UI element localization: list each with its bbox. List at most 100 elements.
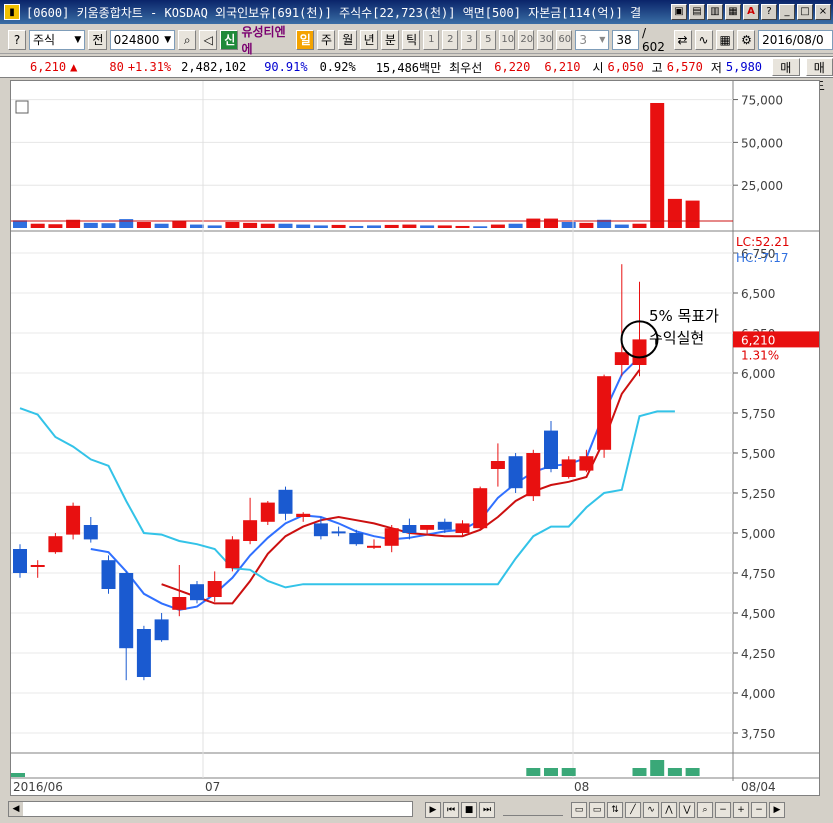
volume-tick-label: 25,000 bbox=[741, 179, 783, 193]
price-tick-label: 4,750 bbox=[741, 567, 775, 581]
title-bar: ▮ [0600] 키움종합차트 - KOSDAQ 외국인보유[691(천)] 주… bbox=[0, 0, 833, 24]
interval-5[interactable]: 5 bbox=[480, 29, 497, 50]
alert-icon[interactable]: A bbox=[743, 4, 759, 20]
minus2-icon[interactable]: − bbox=[751, 801, 767, 818]
stock-code-input[interactable]: 024800 ▼ bbox=[109, 29, 176, 50]
toolbar: ? 주식 ▼ 전 024800 ▼ ⌕ ◁ 신 유성티엔에 일 주 월 년 분 틱 … bbox=[0, 25, 833, 56]
gear-icon[interactable]: ⚙ bbox=[737, 29, 756, 50]
candle-body bbox=[526, 453, 541, 497]
chart-area[interactable]: 75,00050,00025,0006,7506,5006,2506,0005,… bbox=[10, 80, 820, 796]
navigation-controls: ▶ ⏮ ■ ⏭ ▭ ▭ ⇅ ╱ ∿ ⋀ ⋁ ⌕ − + − ▶ bbox=[425, 796, 785, 823]
interval-3[interactable]: 3 bbox=[461, 29, 478, 50]
buy-button[interactable]: 매수 bbox=[772, 58, 800, 93]
scroll-right-icon[interactable]: ▶ bbox=[769, 801, 785, 818]
candle-body bbox=[331, 531, 346, 534]
strength-bar bbox=[544, 768, 558, 776]
first-icon[interactable]: ⏮ bbox=[443, 801, 459, 818]
interval-30[interactable]: 30 bbox=[537, 29, 554, 50]
status-bar: ◀ ▶ ⏮ ■ ⏭ ▭ ▭ ⇅ ╱ ∿ ⋀ ⋁ ⌕ − + − ▶ bbox=[0, 796, 833, 823]
price-change-pct: +1.31% bbox=[127, 60, 172, 74]
search-icon[interactable]: ⌕ bbox=[178, 29, 197, 50]
split-icon[interactable]: ▥ bbox=[707, 4, 723, 20]
interval-1[interactable]: 1 bbox=[423, 29, 440, 50]
volume-bar bbox=[685, 200, 700, 228]
zoom-slider[interactable] bbox=[503, 804, 563, 816]
window-icon[interactable]: ▭ bbox=[571, 801, 587, 818]
help-icon[interactable]: ? bbox=[761, 4, 777, 20]
period-month-button[interactable]: 월 bbox=[338, 29, 357, 50]
date-value: 2016/08/0 bbox=[762, 32, 824, 47]
minimize-icon[interactable]: _ bbox=[779, 4, 795, 20]
windows-icon[interactable]: ▭ bbox=[589, 801, 605, 818]
candle-body bbox=[119, 573, 134, 649]
turnover: 0.92% bbox=[319, 60, 356, 74]
best-ask: 6,210 bbox=[544, 60, 581, 74]
candle-body bbox=[632, 339, 647, 365]
interval-20[interactable]: 20 bbox=[518, 29, 535, 50]
chart-type-icon[interactable]: ∿ bbox=[694, 29, 713, 50]
wave-icon[interactable]: ∿ bbox=[643, 801, 659, 818]
volume-bar bbox=[243, 222, 258, 228]
grid-icon[interactable]: ▦ bbox=[715, 29, 735, 50]
price-tick-label: 5,500 bbox=[741, 447, 775, 461]
count-input[interactable]: 38 bbox=[612, 29, 639, 50]
period-minute-button[interactable]: 분 bbox=[380, 29, 400, 50]
interval-10[interactable]: 10 bbox=[499, 29, 516, 50]
play-icon[interactable]: ▶ bbox=[425, 801, 441, 818]
draw-icon[interactable]: ╱ bbox=[625, 801, 641, 818]
last-icon[interactable]: ⏭ bbox=[479, 801, 495, 818]
interval-input[interactable]: 3 ▼ bbox=[575, 29, 610, 50]
volume-ratio: 90.91% bbox=[264, 60, 308, 74]
volume-bar bbox=[367, 225, 381, 228]
arrows-icon[interactable]: ⇄ bbox=[673, 29, 692, 50]
date-input[interactable]: 2016/08/0 bbox=[758, 29, 833, 50]
price-tick-label: 3,750 bbox=[741, 727, 775, 741]
candle-body bbox=[207, 581, 222, 597]
sell-button[interactable]: 매도 bbox=[805, 58, 833, 93]
period-tick-button[interactable]: 틱 bbox=[402, 29, 421, 50]
volume-bar bbox=[632, 223, 647, 228]
horizontal-scrollbar[interactable]: ◀ bbox=[8, 801, 413, 817]
layout-icon[interactable]: ▤ bbox=[689, 4, 705, 20]
up-arrow-icon: ▲ bbox=[70, 60, 78, 74]
strength-bar bbox=[11, 773, 25, 777]
price-chart[interactable]: 75,00050,00025,0006,7506,5006,2506,0005,… bbox=[11, 81, 819, 795]
pattern2-icon[interactable]: ⋁ bbox=[679, 801, 695, 818]
count-value: 38 bbox=[616, 32, 632, 47]
app-icon: ▮ bbox=[4, 4, 20, 20]
stop-icon[interactable]: ■ bbox=[461, 801, 477, 818]
volume-bar bbox=[579, 222, 594, 228]
chevron-down-icon: ▼ bbox=[599, 34, 606, 44]
speaker-icon[interactable]: ◁ bbox=[199, 29, 218, 50]
candle-body bbox=[296, 513, 311, 517]
candle-body bbox=[154, 619, 169, 641]
minus-icon[interactable]: − bbox=[715, 801, 731, 818]
period-day-button[interactable]: 일 bbox=[295, 29, 315, 50]
interval-60[interactable]: 60 bbox=[556, 29, 573, 50]
period-year-button[interactable]: 년 bbox=[359, 29, 378, 50]
sort-icon[interactable]: ⇅ bbox=[607, 801, 623, 818]
interval-value: 3 bbox=[579, 32, 587, 47]
scroll-left-icon[interactable]: ◀ bbox=[9, 802, 23, 816]
market-select-value: 주식 bbox=[33, 32, 56, 47]
zoom-icon[interactable]: ⌕ bbox=[697, 801, 713, 818]
prev-button[interactable]: 전 bbox=[88, 29, 107, 50]
close-icon[interactable]: × bbox=[815, 4, 831, 20]
settings-icon[interactable]: ? bbox=[8, 29, 26, 50]
link-icon[interactable]: ▣ bbox=[671, 4, 687, 20]
print-icon[interactable]: ▦ bbox=[725, 4, 741, 20]
period-week-button[interactable]: 주 bbox=[317, 29, 336, 50]
volume-bar bbox=[119, 219, 134, 228]
credit-badge[interactable]: 신 bbox=[220, 29, 239, 50]
market-select[interactable]: 주식 ▼ bbox=[29, 29, 86, 50]
count-total: / 602 bbox=[641, 25, 665, 54]
maximize-icon[interactable]: □ bbox=[797, 4, 813, 20]
lc-label: LC:52.21 bbox=[736, 235, 789, 249]
pattern-icon[interactable]: ⋀ bbox=[661, 801, 677, 818]
volume-bar bbox=[190, 224, 204, 228]
interval-2[interactable]: 2 bbox=[442, 29, 459, 50]
candle-body bbox=[13, 549, 27, 573]
candle-body bbox=[313, 523, 328, 537]
candle-body bbox=[437, 521, 452, 530]
plus-icon[interactable]: + bbox=[733, 801, 749, 818]
